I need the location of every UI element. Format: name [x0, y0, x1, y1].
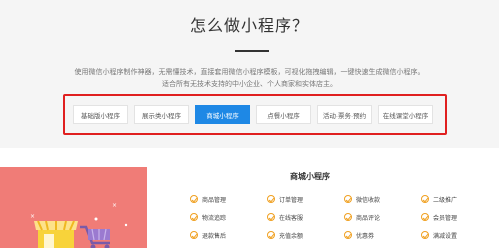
svg-text:×: ×	[112, 202, 117, 209]
check-circle-icon	[344, 213, 352, 221]
svg-text:×: ×	[30, 213, 35, 220]
tab-showcase[interactable]: 展示类小程序	[134, 105, 189, 124]
check-circle-icon	[267, 195, 275, 203]
tab-ordering[interactable]: 点餐小程序	[256, 105, 311, 124]
intro-description-line-2: 适合所有无技术支持的中小企业、个人商家和实体店主。	[162, 81, 337, 88]
check-circle-icon	[190, 213, 198, 221]
check-circle-icon	[267, 213, 275, 221]
check-circle-icon	[344, 231, 352, 239]
tab-mall[interactable]: 商城小程序	[195, 105, 250, 124]
feature-item: 订单管理	[267, 193, 303, 205]
feature-item: 物流追踪	[190, 211, 226, 223]
feature-item: 商品评论	[344, 211, 380, 223]
feature-item: 会员管理	[421, 211, 457, 223]
feature-item: 退款售后	[190, 229, 226, 241]
feature-item: 商品管理	[190, 193, 226, 205]
shop-illustration: × ×	[0, 167, 147, 248]
feature-item: 满减设置	[421, 229, 457, 241]
shop-cart-icon: × ×	[30, 202, 128, 248]
tab-events-booking[interactable]: 活动·票务·预约	[317, 105, 372, 124]
page-title: 怎么做小程序？	[189, 18, 309, 35]
check-circle-icon	[421, 213, 429, 221]
feature-item: 微信收款	[344, 193, 380, 205]
check-circle-icon	[421, 195, 429, 203]
feature-item: 二级推广	[421, 193, 457, 205]
feature-item: 在线客服	[267, 211, 303, 223]
check-circle-icon	[344, 195, 352, 203]
feature-item: 优惠券	[344, 229, 374, 241]
feature-item: 充值余额	[267, 229, 303, 241]
check-circle-icon	[267, 231, 275, 239]
tab-basic[interactable]: 基础版小程序	[73, 105, 128, 124]
title-divider	[235, 50, 269, 52]
check-circle-icon	[421, 231, 429, 239]
tab-online-class[interactable]: 在线课堂小程序	[378, 105, 433, 124]
panel-title: 商城小程序	[290, 172, 330, 181]
check-circle-icon	[190, 195, 198, 203]
intro-description-line-1: 使用微信小程序制作神器，无需懂技术，直接套用微信小程序模板，可视化拖拽编辑，一键…	[74, 69, 425, 76]
check-circle-icon	[190, 231, 198, 239]
